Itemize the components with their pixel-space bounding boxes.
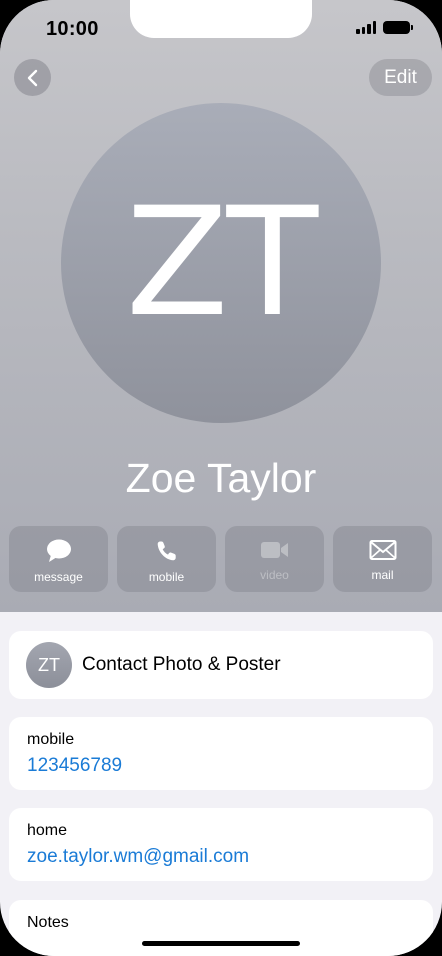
video-button[interactable]: video [225, 526, 324, 592]
battery-icon [383, 21, 413, 34]
email-address-link[interactable]: zoe.taylor.wm@gmail.com [27, 846, 415, 868]
contact-name: Zoe Taylor [125, 455, 317, 501]
home-indicator[interactable] [142, 941, 300, 946]
contact-avatar: ZT [61, 103, 381, 423]
phone-icon [157, 541, 176, 561]
contact-detail-screen: 10:00 Edit ZT Zoe Taylor message mobile … [0, 0, 442, 956]
mobile-number-link[interactable]: 123456789 [27, 755, 415, 777]
signal-icon [356, 21, 376, 34]
video-label: video [260, 568, 289, 582]
back-button[interactable] [14, 59, 51, 96]
small-avatar: ZT [26, 642, 72, 688]
edit-button[interactable]: Edit [369, 59, 432, 96]
envelope-icon [369, 540, 396, 560]
contact-photo-poster-label: Contact Photo & Poster [82, 654, 281, 675]
video-camera-icon [260, 542, 288, 558]
mail-button[interactable]: mail [333, 526, 432, 592]
mail-label: mail [371, 568, 394, 582]
notes-field[interactable]: Notes [9, 900, 433, 956]
message-button[interactable]: message [9, 526, 108, 592]
notes-label: Notes [27, 914, 69, 931]
mobile-field-label: mobile [27, 731, 75, 748]
mobile-label: mobile [148, 570, 185, 584]
avatar-initials: ZT [125, 176, 318, 350]
mobile-field[interactable]: mobile 123456789 [9, 717, 433, 790]
message-label: message [34, 570, 83, 584]
message-bubble-icon [46, 539, 71, 562]
contact-header: 10:00 Edit ZT Zoe Taylor message mobile … [0, 0, 442, 612]
email-field-label: home [27, 822, 68, 839]
contact-photo-poster-row[interactable]: ZT Contact Photo & Poster [9, 631, 433, 699]
status-icons [356, 21, 413, 34]
email-field[interactable]: home zoe.taylor.wm@gmail.com [9, 808, 433, 881]
chevron-left-icon [27, 69, 37, 86]
quick-actions: message mobile video mail [9, 526, 432, 592]
mobile-call-button[interactable]: mobile [117, 526, 216, 592]
notch [130, 0, 312, 38]
status-time: 10:00 [46, 18, 99, 40]
